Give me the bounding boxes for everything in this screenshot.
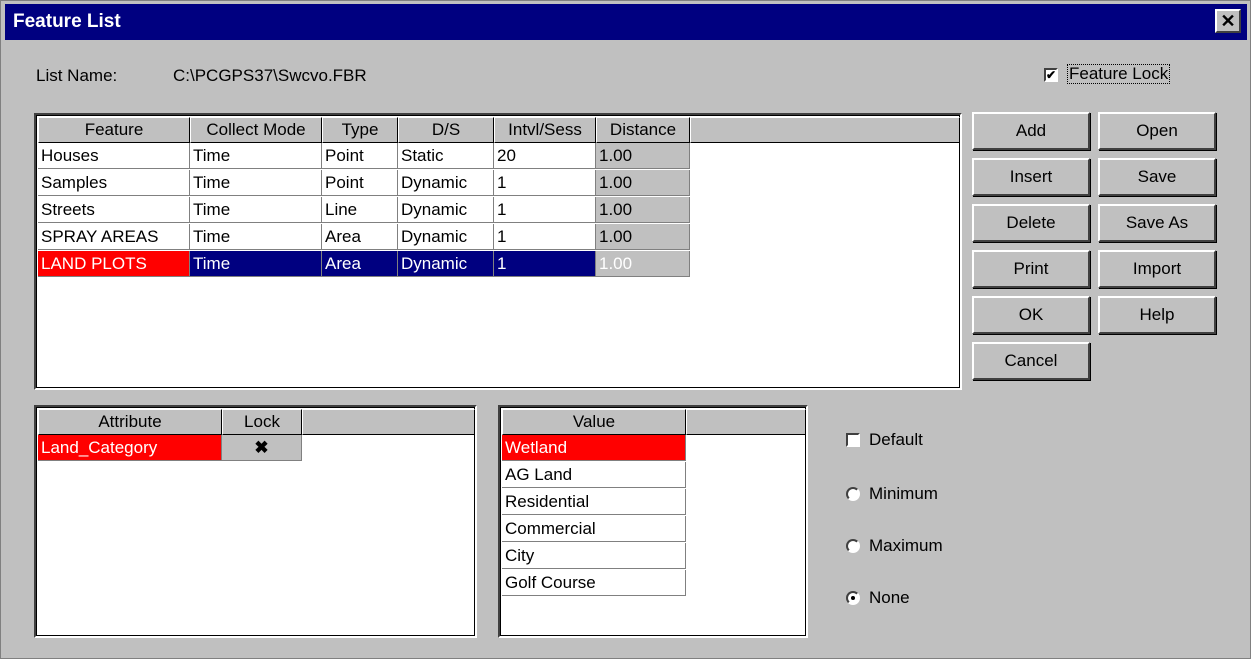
maximum-label: Maximum	[869, 536, 943, 555]
feature-cell-ds[interactable]: Static	[398, 143, 494, 169]
help-button[interactable]: Help	[1098, 296, 1216, 334]
column-header-ds[interactable]: D/S	[398, 117, 494, 143]
value-cell[interactable]: City	[502, 543, 686, 569]
delete-button[interactable]: Delete	[972, 204, 1090, 242]
list-name-value: C:\PCGPS37\Swcvo.FBR	[173, 66, 367, 85]
feature-cell-distance[interactable]: 1.00	[596, 251, 690, 277]
feature-cell-type[interactable]: Area	[322, 224, 398, 250]
feature-cell-intvl-sess[interactable]: 1	[494, 251, 596, 277]
column-header-attribute[interactable]: Attribute	[38, 409, 222, 435]
column-header-intvl-sess[interactable]: Intvl/Sess	[494, 117, 596, 143]
feature-cell-type[interactable]: Area	[322, 251, 398, 277]
feature-cell-feature[interactable]: Streets	[38, 197, 190, 223]
value-cell[interactable]: Golf Course	[502, 570, 686, 596]
column-header-type[interactable]: Type	[322, 117, 398, 143]
print-button[interactable]: Print	[972, 250, 1090, 288]
minimum-radio[interactable]	[846, 487, 860, 501]
value-cell[interactable]: Residential	[502, 489, 686, 515]
close-button[interactable]: ✕	[1215, 9, 1241, 33]
lock-cell[interactable]: ✖	[222, 435, 302, 461]
value-cell[interactable]: Commercial	[502, 516, 686, 542]
feature-cell-intvl-sess[interactable]: 1	[494, 197, 596, 223]
feature-cell-distance[interactable]: 1.00	[596, 197, 690, 223]
feature-lock-checkbox[interactable]: ✔	[1044, 68, 1058, 82]
feature-cell-intvl-sess[interactable]: 20	[494, 143, 596, 169]
feature-cell-distance[interactable]: 1.00	[596, 143, 690, 169]
feature-cell-feature[interactable]: Houses	[38, 143, 190, 169]
feature-cell-distance[interactable]: 1.00	[596, 224, 690, 250]
feature-cell-type[interactable]: Point	[322, 170, 398, 196]
feature-cell-ds[interactable]: Dynamic	[398, 251, 494, 277]
column-header-lock[interactable]: Lock	[222, 409, 302, 435]
feature-cell-collect-mode[interactable]: Time	[190, 251, 322, 277]
feature-cell-intvl-sess[interactable]: 1	[494, 224, 596, 250]
none-radio[interactable]	[846, 591, 860, 605]
feature-cell-collect-mode[interactable]: Time	[190, 170, 322, 196]
column-header-feature[interactable]: Feature	[38, 117, 190, 143]
column-header-filler	[690, 117, 960, 143]
value-table[interactable]: Value Wetland AG Land Residential Commercial…	[498, 405, 808, 638]
open-button[interactable]: Open	[1098, 112, 1216, 150]
feature-cell-collect-mode[interactable]: Time	[190, 197, 322, 223]
insert-button[interactable]: Insert	[972, 158, 1090, 196]
feature-cell-type[interactable]: Line	[322, 197, 398, 223]
title-bar[interactable]: Feature List ✕	[5, 4, 1247, 40]
value-cell[interactable]: Wetland	[502, 435, 686, 461]
feature-cell-intvl-sess[interactable]: 1	[494, 170, 596, 196]
column-header-value[interactable]: Value	[502, 409, 686, 435]
feature-cell-ds[interactable]: Dynamic	[398, 224, 494, 250]
minimum-label: Minimum	[869, 484, 938, 503]
lock-x-icon: ✖	[254, 438, 269, 457]
value-cell[interactable]: AG Land	[502, 462, 686, 488]
maximum-radio[interactable]	[846, 539, 860, 553]
column-header-filler	[302, 409, 475, 435]
close-icon: ✕	[1220, 11, 1236, 31]
feature-cell-type[interactable]: Point	[322, 143, 398, 169]
attribute-table[interactable]: Attribute Lock Land_Category ✖	[34, 405, 477, 638]
ok-button[interactable]: OK	[972, 296, 1090, 334]
feature-cell-distance[interactable]: 1.00	[596, 170, 690, 196]
add-button[interactable]: Add	[972, 112, 1090, 150]
import-button[interactable]: Import	[1098, 250, 1216, 288]
default-checkbox[interactable]	[846, 433, 860, 447]
column-header-distance[interactable]: Distance	[596, 117, 690, 143]
feature-cell-collect-mode[interactable]: Time	[190, 224, 322, 250]
cancel-button[interactable]: Cancel	[972, 342, 1090, 380]
feature-cell-ds[interactable]: Dynamic	[398, 170, 494, 196]
feature-cell-feature[interactable]: SPRAY AREAS	[38, 224, 190, 250]
feature-list-dialog: Feature List ✕ List Name: C:\PCGPS37\Swc…	[0, 0, 1251, 659]
column-header-filler	[686, 409, 806, 435]
save-button[interactable]: Save	[1098, 158, 1216, 196]
feature-cell-ds[interactable]: Dynamic	[398, 197, 494, 223]
feature-lock-label[interactable]: Feature Lock	[1067, 64, 1171, 84]
feature-cell-feature[interactable]: Samples	[38, 170, 190, 196]
feature-cell-collect-mode[interactable]: Time	[190, 143, 322, 169]
column-header-collect-mode[interactable]: Collect Mode	[190, 117, 322, 143]
none-label: None	[869, 588, 910, 607]
feature-table[interactable]: Feature Collect Mode Type D/S Intvl/Sess Dist…	[34, 113, 962, 390]
default-label: Default	[869, 430, 923, 449]
attribute-cell[interactable]: Land_Category	[38, 435, 222, 461]
feature-cell-feature[interactable]: LAND PLOTS	[38, 251, 190, 277]
window-title: Feature List	[13, 11, 121, 32]
save-as-button[interactable]: Save As	[1098, 204, 1216, 242]
list-name-label: List Name:	[36, 66, 118, 85]
